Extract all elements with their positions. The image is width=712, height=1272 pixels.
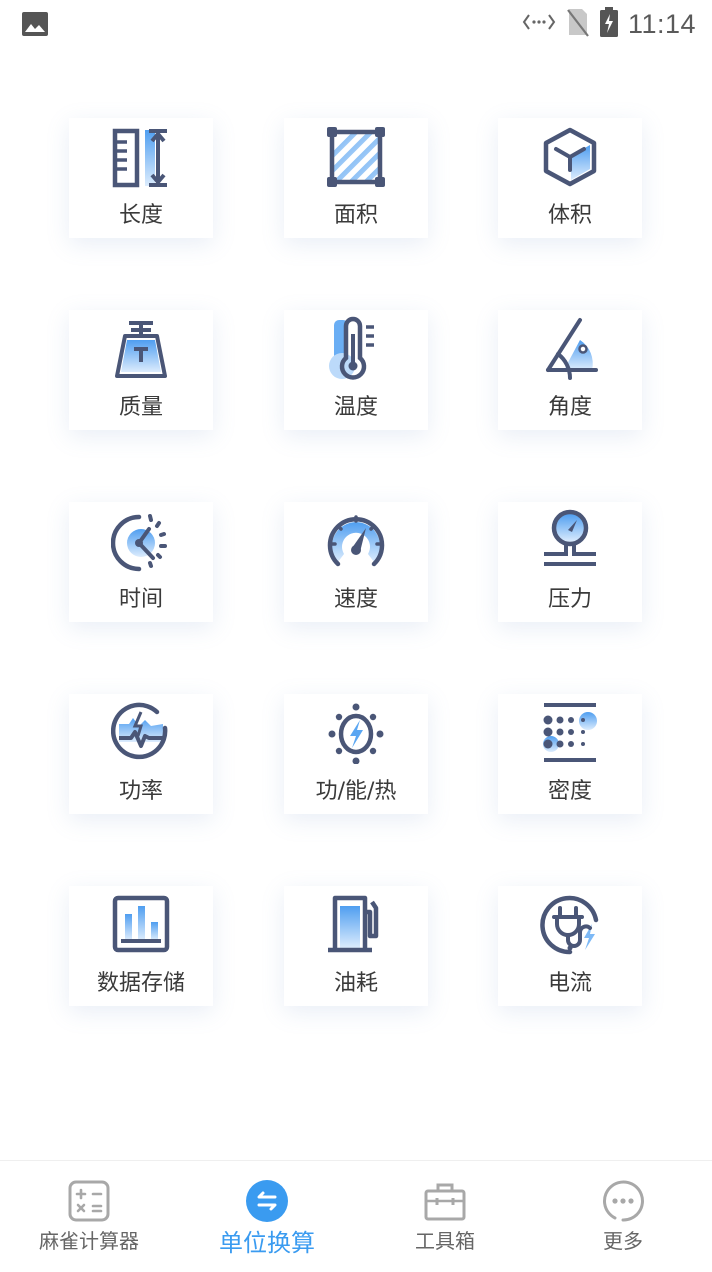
unit-label: 长度 xyxy=(118,203,163,228)
ruler-icon xyxy=(111,122,171,188)
speedometer-icon xyxy=(326,506,386,572)
data-storage-icon xyxy=(111,890,171,956)
nav-label: 工具箱 xyxy=(415,1229,475,1253)
pressure-gauge-icon xyxy=(540,506,600,572)
tab-more[interactable]: 更多 xyxy=(534,1161,712,1272)
thermometer-icon xyxy=(326,314,386,380)
image-notification-icon xyxy=(22,12,48,36)
toolbox-icon xyxy=(423,1179,467,1223)
unit-label: 功率 xyxy=(118,779,163,804)
unit-label: 电流 xyxy=(547,971,592,996)
unit-label: 质量 xyxy=(118,395,163,420)
unit-label: 角度 xyxy=(547,395,592,420)
unit-label: 数据存储 xyxy=(96,971,185,996)
unit-label: 速度 xyxy=(333,587,378,612)
nav-label: 单位换算 xyxy=(219,1229,315,1257)
nav-label: 麻雀计算器 xyxy=(39,1229,139,1253)
tab-unit-conversion[interactable]: 单位换算 xyxy=(178,1161,356,1272)
swap-icon xyxy=(245,1179,289,1223)
angle-icon xyxy=(540,314,600,380)
weight-icon xyxy=(111,314,171,380)
unit-card-speed[interactable]: 速度 xyxy=(284,502,428,622)
unit-card-temperature[interactable]: 温度 xyxy=(284,310,428,430)
unit-card-angle[interactable]: 角度 xyxy=(498,310,642,430)
status-bar: 11:14 xyxy=(0,0,712,50)
fuel-pump-icon xyxy=(326,890,386,956)
energy-icon xyxy=(326,698,386,764)
clock-icon xyxy=(111,506,171,572)
unit-card-length[interactable]: 长度 xyxy=(69,118,213,238)
more-icon xyxy=(601,1179,645,1223)
unit-label: 时间 xyxy=(118,587,163,612)
nav-label: 更多 xyxy=(603,1229,643,1253)
unit-label: 面积 xyxy=(333,203,378,228)
unit-card-mass[interactable]: 质量 xyxy=(69,310,213,430)
bottom-nav: 麻雀计算器 单位换算 工具箱 更多 xyxy=(0,1160,712,1272)
tab-toolbox[interactable]: 工具箱 xyxy=(356,1161,534,1272)
unit-card-area[interactable]: 面积 xyxy=(284,118,428,238)
unit-card-power[interactable]: 功率 xyxy=(69,694,213,814)
tab-calculator[interactable]: 麻雀计算器 xyxy=(0,1161,178,1272)
unit-card-pressure[interactable]: 压力 xyxy=(498,502,642,622)
unit-card-fuel[interactable]: 油耗 xyxy=(284,886,428,1006)
battery-charging-icon xyxy=(599,7,618,41)
calculator-icon xyxy=(67,1179,111,1223)
unit-label: 油耗 xyxy=(333,971,378,996)
power-icon xyxy=(111,698,171,764)
unit-card-current[interactable]: 电流 xyxy=(498,886,642,1006)
unit-card-volume[interactable]: 体积 xyxy=(498,118,642,238)
unit-label: 体积 xyxy=(547,203,592,228)
cube-icon xyxy=(540,122,600,188)
status-time: 11:14 xyxy=(627,8,696,39)
area-square-icon xyxy=(326,122,386,188)
unit-card-data-storage[interactable]: 数据存储 xyxy=(69,886,213,1006)
plug-icon xyxy=(540,890,600,956)
unit-label: 温度 xyxy=(333,395,378,420)
unit-label: 密度 xyxy=(547,779,592,804)
unit-label: 功/能/热 xyxy=(315,779,397,804)
unit-label: 压力 xyxy=(547,587,592,612)
unit-card-time[interactable]: 时间 xyxy=(69,502,213,622)
data-saver-icon xyxy=(522,12,556,36)
unit-card-density[interactable]: 密度 xyxy=(498,694,642,814)
unit-card-energy[interactable]: 功/能/热 xyxy=(284,694,428,814)
no-sim-icon xyxy=(566,7,590,41)
density-icon xyxy=(540,698,600,764)
